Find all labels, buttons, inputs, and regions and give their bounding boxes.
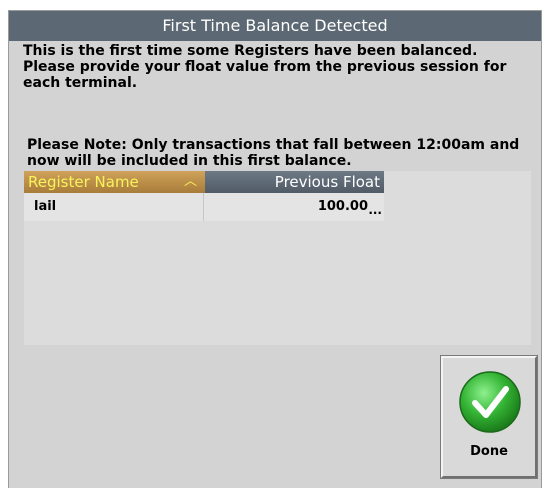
column-header-register-name[interactable]: Register Name ︿: [24, 171, 205, 193]
column-header-previous-float[interactable]: Previous Float: [205, 171, 384, 193]
checkmark-icon: [459, 371, 521, 433]
edit-float-button[interactable]: ...: [368, 193, 382, 227]
message-text: This is the first time some Registers ha…: [23, 43, 507, 91]
register-float-grid: Register Name ︿ Previous Float lail 100.…: [24, 171, 531, 345]
column-header-label: Register Name: [28, 173, 139, 191]
done-button[interactable]: Done: [440, 355, 538, 479]
dialog-title: First Time Balance Detected: [9, 11, 541, 41]
previous-float-cell[interactable]: 100.00: [205, 193, 384, 221]
dialog-message: This is the first time some Registers ha…: [23, 43, 533, 91]
register-name-cell: lail: [24, 193, 204, 221]
done-label: Done: [470, 444, 508, 459]
table-row[interactable]: lail 100.00 ...: [24, 193, 384, 221]
caret-up-icon: ︿: [183, 174, 197, 189]
column-header-label: Previous Float: [274, 173, 380, 191]
first-time-balance-dialog: First Time Balance Detected This is the …: [8, 10, 542, 488]
note-text: Please Note: Only transactions that fall…: [27, 137, 520, 169]
previous-float-value: 100.00: [317, 199, 368, 214]
